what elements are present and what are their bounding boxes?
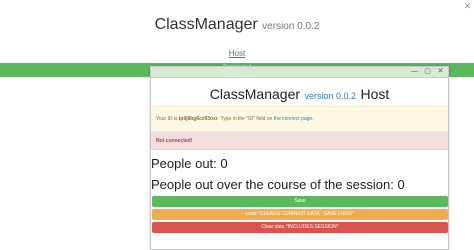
close-icon[interactable]: ✕	[437, 68, 444, 76]
page-title: ClassManager version 0.0.2	[0, 16, 474, 34]
id-info-alert: Your ID is lp9j8bg6cz93oxr. Type in the …	[151, 106, 448, 132]
minimize-icon[interactable]: —	[411, 68, 418, 76]
app-version: version 0.0.2	[262, 21, 320, 32]
app-name: ClassManager	[154, 16, 258, 33]
host-popup-window: — ▢ ✕ ClassManager version 0.0.2 Host Yo…	[150, 66, 449, 250]
popup-title: ClassManager version 0.0.2 Host	[151, 86, 448, 104]
people-session-value: 0	[397, 177, 405, 192]
peer-id: lp9j8bg6cz93oxr	[178, 116, 218, 122]
host-link[interactable]: Host	[229, 49, 245, 58]
window-controls: — ▢ ✕	[411, 68, 444, 76]
app-name: ClassManager	[209, 86, 301, 102]
maximize-icon[interactable]: ▢	[424, 68, 431, 76]
connect-page-link[interactable]: the connect page	[274, 116, 312, 122]
save-button[interactable]: Save	[152, 196, 448, 207]
clear-data-button[interactable]: Clear data *INCLUDES SESSION*	[152, 222, 448, 233]
people-out-count: People out: 0	[151, 156, 228, 171]
load-button[interactable]: Load *CLEARS CURRENT DATA - SAVE FIRST*	[152, 209, 448, 220]
close-icon[interactable]: ✕	[463, 2, 472, 11]
app-version: version 0.0.2	[304, 91, 356, 101]
id-info-text: Your ID is lp9j8bg6cz93oxr. Type in the …	[156, 116, 314, 122]
connection-status-alert: Not connected!	[151, 132, 448, 150]
people-session-count: People out over the course of the sessio…	[151, 177, 405, 192]
connection-status-text: Not connected!	[156, 138, 193, 144]
host-label: Host	[360, 86, 390, 102]
host-nav: Host	[0, 43, 474, 61]
people-out-value: 0	[220, 156, 228, 171]
window-titlebar[interactable]: — ▢ ✕	[151, 67, 448, 78]
